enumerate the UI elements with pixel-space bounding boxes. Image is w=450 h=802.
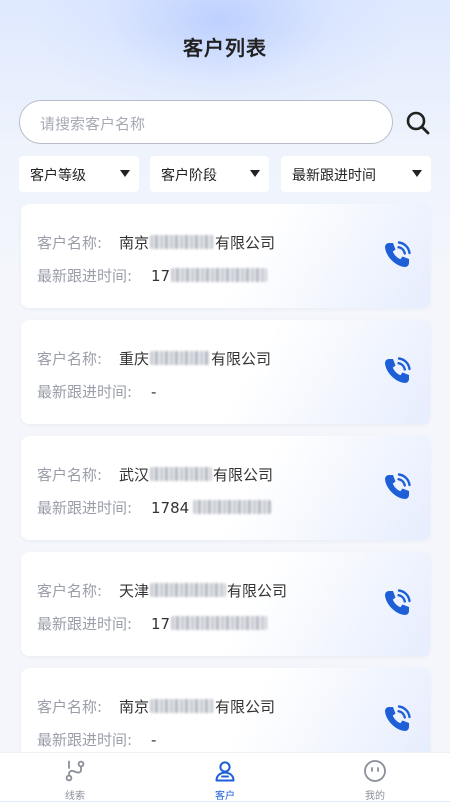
search-input[interactable]: 请搜索客户名称: [19, 100, 393, 144]
customer-name-label: 客户名称:: [37, 466, 103, 484]
customer-name-suffix: 有限公司: [213, 466, 274, 484]
redacted-text: [171, 268, 268, 282]
phone-call-icon[interactable]: [380, 238, 414, 272]
followup-time-label: 最新跟进时间:: [37, 499, 133, 517]
redacted-text: [171, 616, 268, 630]
followup-time-value: -: [151, 731, 157, 749]
customer-name-suffix: 有限公司: [227, 582, 288, 600]
followup-time-label: 最新跟进时间:: [37, 383, 133, 401]
page-title: 客户列表: [183, 36, 267, 60]
redacted-text: [150, 235, 215, 249]
customer-name-suffix: 有限公司: [215, 234, 276, 252]
customer-name-label: 客户名称:: [37, 582, 103, 600]
redacted-text: [150, 699, 215, 713]
followup-time-value: 17: [151, 267, 171, 285]
customer-card[interactable]: 客户名称: 天津 有限公司 最新跟进时间: 17: [21, 552, 430, 656]
customer-name-prefix: 重庆: [119, 350, 150, 368]
followup-time-row: 最新跟进时间: 17: [37, 265, 268, 286]
dropdown-arrow-icon: [412, 170, 422, 177]
followup-time-value: 1784: [151, 499, 190, 517]
customer-name-suffix: 有限公司: [211, 350, 272, 368]
customer-card[interactable]: 客户名称: 南京 有限公司 最新跟进时间: 17: [21, 204, 430, 308]
filter-label: 客户等级: [30, 168, 86, 184]
customer-name-prefix: 南京: [119, 698, 150, 716]
followup-time-value: -: [151, 383, 157, 401]
search-icon: [406, 111, 430, 135]
phone-call-icon[interactable]: [380, 702, 414, 736]
tab-customers[interactable]: 客户: [150, 753, 300, 802]
filter-latest-followup[interactable]: 最新跟进时间: [281, 156, 431, 192]
followup-time-row: 最新跟进时间: -: [37, 729, 156, 750]
filter-label: 最新跟进时间: [292, 168, 376, 184]
filter-customer-level[interactable]: 客户等级: [19, 156, 139, 192]
phone-call-icon[interactable]: [380, 470, 414, 504]
filter-customer-stage[interactable]: 客户阶段: [150, 156, 269, 192]
redacted-text: [150, 351, 211, 365]
search-placeholder: 请搜索客户名称: [40, 115, 146, 133]
followup-time-value: 17: [151, 615, 171, 633]
customer-name-row: 客户名称: 天津 有限公司: [37, 580, 287, 601]
customer-name-label: 客户名称:: [37, 234, 103, 252]
customer-name-suffix: 有限公司: [215, 698, 276, 716]
followup-time-label: 最新跟进时间:: [37, 731, 133, 749]
phone-call-icon[interactable]: [380, 586, 414, 620]
customer-name-label: 客户名称:: [37, 350, 103, 368]
followup-time-label: 最新跟进时间:: [37, 267, 133, 285]
bottom-tab-bar: 线索 客户 我的: [0, 752, 450, 802]
tab-mine[interactable]: 我的: [300, 753, 450, 802]
dropdown-arrow-icon: [250, 170, 260, 177]
customer-name-label: 客户名称:: [37, 698, 103, 716]
customer-name-prefix: 武汉: [119, 466, 150, 484]
customer-card[interactable]: 客户名称: 重庆 有限公司 最新跟进时间: -: [21, 320, 430, 424]
route-icon: [65, 760, 85, 782]
customer-card[interactable]: 客户名称: 武汉 有限公司 最新跟进时间: 1784: [21, 436, 430, 540]
filter-label: 客户阶段: [161, 168, 217, 184]
customer-name-row: 客户名称: 南京 有限公司: [37, 232, 275, 253]
dropdown-arrow-icon: [120, 170, 130, 177]
search-button[interactable]: [405, 110, 431, 136]
redacted-text: [150, 467, 213, 481]
customer-name-prefix: 天津: [119, 582, 150, 600]
followup-time-row: 最新跟进时间: 17: [37, 613, 268, 634]
tab-leads[interactable]: 线索: [0, 753, 150, 802]
face-icon: [364, 760, 386, 782]
person-icon: [215, 761, 235, 782]
customer-name-row: 客户名称: 重庆 有限公司: [37, 348, 271, 369]
redacted-text: [193, 500, 272, 514]
customer-name-prefix: 南京: [119, 234, 150, 252]
customer-name-row: 客户名称: 武汉 有限公司: [37, 464, 273, 485]
customer-card[interactable]: 客户名称: 南京 有限公司 最新跟进时间: -: [21, 668, 430, 752]
phone-call-icon[interactable]: [380, 354, 414, 388]
filter-bar: 客户等级 客户阶段 最新跟进时间: [19, 156, 431, 192]
followup-time-row: 最新跟进时间: 1784: [37, 497, 272, 518]
customer-name-row: 客户名称: 南京 有限公司: [37, 696, 275, 717]
followup-time-label: 最新跟进时间:: [37, 615, 133, 633]
redacted-text: [150, 583, 227, 597]
followup-time-row: 最新跟进时间: -: [37, 381, 156, 402]
